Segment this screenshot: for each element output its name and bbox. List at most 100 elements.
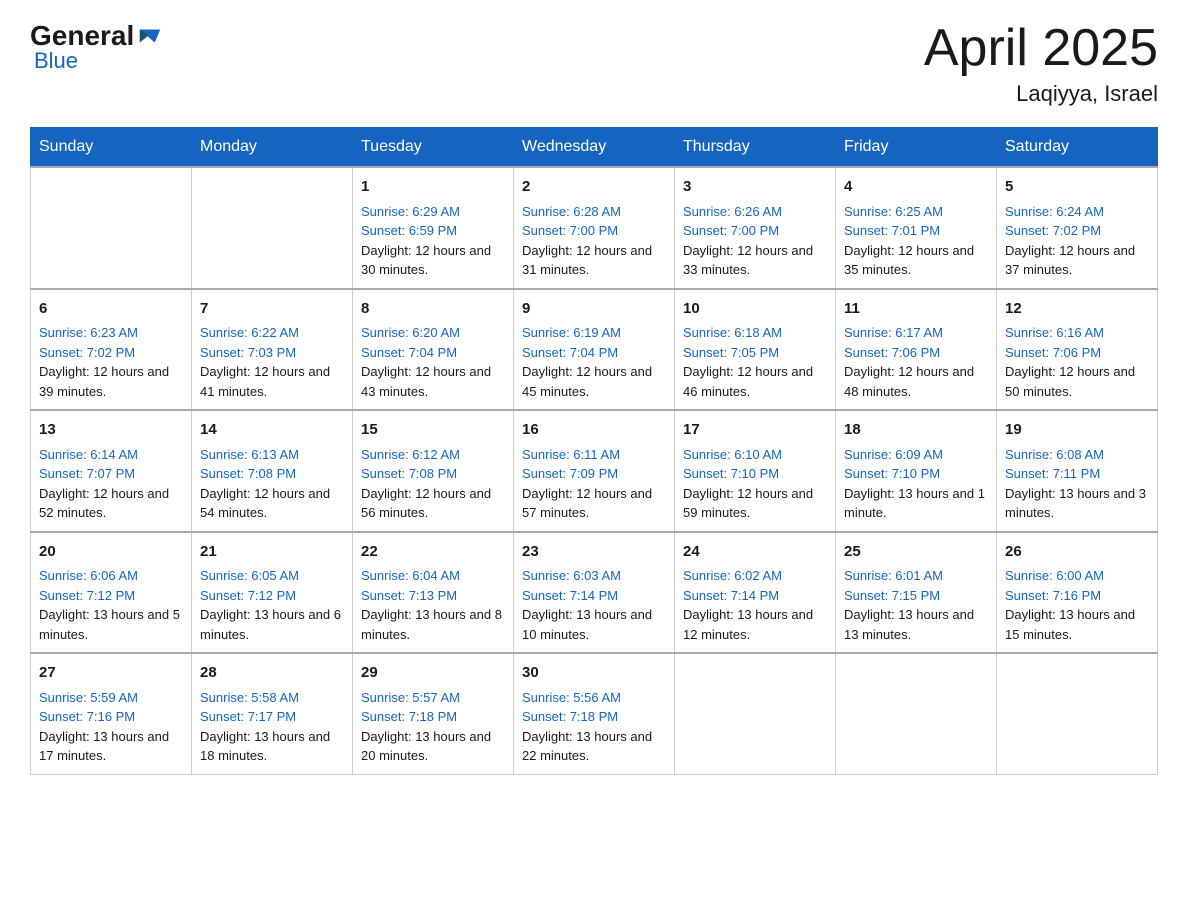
sunset-time: Sunset: 7:00 PM [683,221,827,241]
day-number: 12 [1005,298,1149,321]
sunrise-time: Sunrise: 6:29 AM [361,202,505,222]
sunset-time: Sunset: 7:08 PM [361,464,505,484]
sunrise-time: Sunrise: 6:24 AM [1005,202,1149,222]
day-number: 15 [361,419,505,442]
day-number: 1 [361,176,505,199]
sunset-time: Sunset: 6:59 PM [361,221,505,241]
daylight-duration: Daylight: 13 hours and 5 minutes. [39,605,183,644]
calendar-cell: 13Sunrise: 6:14 AMSunset: 7:07 PMDayligh… [31,410,192,532]
sunset-time: Sunset: 7:05 PM [683,343,827,363]
day-number: 17 [683,419,827,442]
sunrise-time: Sunrise: 6:08 AM [1005,445,1149,465]
calendar-cell: 10Sunrise: 6:18 AMSunset: 7:05 PMDayligh… [675,289,836,411]
daylight-duration: Daylight: 12 hours and 59 minutes. [683,484,827,523]
daylight-duration: Daylight: 12 hours and 30 minutes. [361,241,505,280]
sunrise-time: Sunrise: 6:05 AM [200,566,344,586]
sunset-time: Sunset: 7:17 PM [200,707,344,727]
daylight-duration: Daylight: 12 hours and 37 minutes. [1005,241,1149,280]
sunset-time: Sunset: 7:18 PM [522,707,666,727]
location: Laqiyya, Israel [924,81,1158,107]
sunrise-time: Sunrise: 6:26 AM [683,202,827,222]
day-number: 16 [522,419,666,442]
calendar-cell [192,167,353,289]
sunrise-time: Sunrise: 6:09 AM [844,445,988,465]
calendar-cell: 25Sunrise: 6:01 AMSunset: 7:15 PMDayligh… [836,532,997,654]
day-number: 14 [200,419,344,442]
calendar-week-5: 27Sunrise: 5:59 AMSunset: 7:16 PMDayligh… [31,653,1158,774]
sunset-time: Sunset: 7:07 PM [39,464,183,484]
sunrise-time: Sunrise: 6:25 AM [844,202,988,222]
sunset-time: Sunset: 7:04 PM [361,343,505,363]
sunset-time: Sunset: 7:18 PM [361,707,505,727]
day-number: 7 [200,298,344,321]
sunrise-time: Sunrise: 6:04 AM [361,566,505,586]
sunset-time: Sunset: 7:02 PM [39,343,183,363]
month-title: April 2025 [924,20,1158,77]
daylight-duration: Daylight: 12 hours and 45 minutes. [522,362,666,401]
daylight-duration: Daylight: 12 hours and 43 minutes. [361,362,505,401]
day-number: 13 [39,419,183,442]
day-number: 26 [1005,541,1149,564]
daylight-duration: Daylight: 13 hours and 18 minutes. [200,727,344,766]
sunrise-time: Sunrise: 5:58 AM [200,688,344,708]
daylight-duration: Daylight: 12 hours and 57 minutes. [522,484,666,523]
day-number: 9 [522,298,666,321]
sunrise-time: Sunrise: 6:12 AM [361,445,505,465]
logo-blue-text: Blue [34,48,78,74]
calendar-cell: 28 Sunrise: 5:58 AMSunset: 7:17 PMDayligh… [192,653,353,774]
sunrise-time: Sunrise: 6:06 AM [39,566,183,586]
calendar-table: Sunday Monday Tuesday Wednesday Thursday… [30,127,1158,775]
sunrise-time: Sunrise: 6:13 AM [200,445,344,465]
calendar-cell: 18Sunrise: 6:09 AMSunset: 7:10 PMDayligh… [836,410,997,532]
calendar-cell: 3Sunrise: 6:26 AMSunset: 7:00 PMDaylight… [675,167,836,289]
daylight-duration: Daylight: 13 hours and 15 minutes. [1005,605,1149,644]
sunset-time: Sunset: 7:11 PM [1005,464,1149,484]
day-number: 5 [1005,176,1149,199]
daylight-duration: Daylight: 12 hours and 50 minutes. [1005,362,1149,401]
calendar-cell: 17Sunrise: 6:10 AMSunset: 7:10 PMDayligh… [675,410,836,532]
daylight-duration: Daylight: 13 hours and 10 minutes. [522,605,666,644]
daylight-duration: Daylight: 12 hours and 48 minutes. [844,362,988,401]
sunset-time: Sunset: 7:13 PM [361,586,505,606]
sunrise-time: Sunrise: 6:17 AM [844,323,988,343]
daylight-duration: Daylight: 12 hours and 39 minutes. [39,362,183,401]
sunrise-time: Sunrise: 6:14 AM [39,445,183,465]
col-wednesday: Wednesday [514,128,675,168]
day-number: 11 [844,298,988,321]
sunset-time: Sunset: 7:14 PM [522,586,666,606]
sunset-time: Sunset: 7:10 PM [683,464,827,484]
calendar-week-1: 1Sunrise: 6:29 AMSunset: 6:59 PMDaylight… [31,167,1158,289]
sunset-time: Sunset: 7:09 PM [522,464,666,484]
calendar-cell: 4Sunrise: 6:25 AMSunset: 7:01 PMDaylight… [836,167,997,289]
calendar-cell: 2Sunrise: 6:28 AMSunset: 7:00 PMDaylight… [514,167,675,289]
daylight-duration: Daylight: 13 hours and 6 minutes. [200,605,344,644]
sunrise-time: Sunrise: 6:19 AM [522,323,666,343]
calendar-cell: 6Sunrise: 6:23 AMSunset: 7:02 PMDaylight… [31,289,192,411]
col-thursday: Thursday [675,128,836,168]
day-number: 8 [361,298,505,321]
sunset-time: Sunset: 7:16 PM [1005,586,1149,606]
sunset-time: Sunset: 7:03 PM [200,343,344,363]
daylight-duration: Daylight: 12 hours and 46 minutes. [683,362,827,401]
col-tuesday: Tuesday [353,128,514,168]
sunrise-time: Sunrise: 6:18 AM [683,323,827,343]
day-number: 6 [39,298,183,321]
daylight-duration: Daylight: 13 hours and 3 minutes. [1005,484,1149,523]
sunset-time: Sunset: 7:12 PM [200,586,344,606]
calendar-cell: 16Sunrise: 6:11 AMSunset: 7:09 PMDayligh… [514,410,675,532]
day-number: 30 [522,662,666,685]
daylight-duration: Daylight: 12 hours and 31 minutes. [522,241,666,280]
day-number: 28 [200,662,344,685]
sunset-time: Sunset: 7:00 PM [522,221,666,241]
sunset-time: Sunset: 7:16 PM [39,707,183,727]
calendar-cell: 19Sunrise: 6:08 AMSunset: 7:11 PMDayligh… [997,410,1158,532]
calendar-cell: 20Sunrise: 6:06 AMSunset: 7:12 PMDayligh… [31,532,192,654]
col-sunday: Sunday [31,128,192,168]
sunset-time: Sunset: 7:12 PM [39,586,183,606]
daylight-duration: Daylight: 12 hours and 35 minutes. [844,241,988,280]
col-friday: Friday [836,128,997,168]
day-number: 23 [522,541,666,564]
calendar-cell [31,167,192,289]
daylight-duration: Daylight: 13 hours and 13 minutes. [844,605,988,644]
calendar-cell: 21Sunrise: 6:05 AMSunset: 7:12 PMDayligh… [192,532,353,654]
